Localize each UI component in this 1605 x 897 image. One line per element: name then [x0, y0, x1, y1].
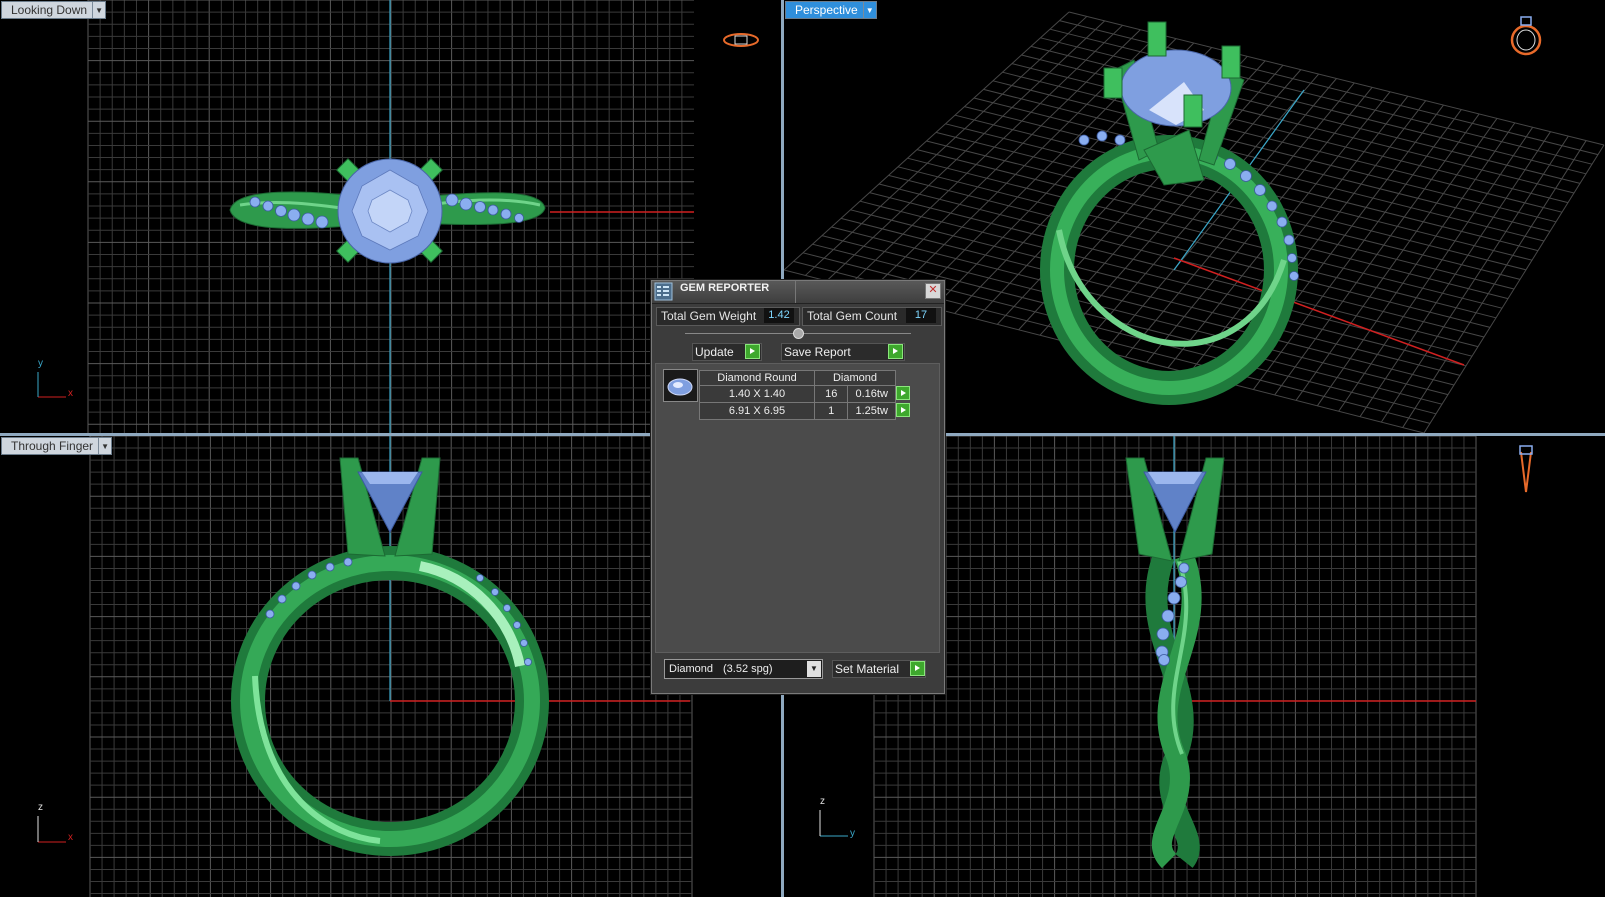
total-gem-weight-value: 1.42 — [764, 308, 794, 323]
chevron-down-icon[interactable]: ▼ — [92, 2, 105, 18]
gem-size-cell: 6.91 X 6.95 — [699, 402, 815, 420]
grid-line — [888, 174, 1491, 328]
grid-line — [907, 157, 1503, 309]
row-play-cell — [896, 402, 911, 420]
diamond-round-thumbnail-icon[interactable] — [663, 369, 698, 402]
grid-line — [1423, 144, 1605, 433]
grid-line — [1274, 113, 1480, 396]
column-header-shape: Diamond Round — [699, 370, 815, 386]
viewport-label-text: Looking Down — [11, 3, 88, 17]
chevron-down-icon[interactable]: ▼ — [862, 2, 876, 18]
play-icon[interactable] — [896, 402, 911, 417]
gem-count-cell: 16 — [813, 385, 849, 403]
close-icon[interactable]: ✕ — [925, 283, 941, 299]
gem-weight-cell: 0.16tw — [847, 385, 896, 403]
header-spacer — [896, 371, 911, 386]
gem-table: Diamond Round Diamond 1.40 X 1.40 16 0.1… — [699, 370, 911, 420]
gem-count-cell: 1 — [813, 402, 849, 420]
dialog-title: GEM REPORTER — [680, 282, 770, 294]
play-icon[interactable] — [896, 385, 910, 400]
gem-size-cell: 1.40 X 1.40 — [699, 385, 815, 403]
material-select-spg: (3.52 spg) — [723, 663, 773, 675]
axis-z-label: z — [820, 796, 825, 807]
update-button-label: Update — [695, 345, 734, 359]
save-report-play-icon[interactable] — [888, 344, 903, 359]
material-select-value: Diamond — [669, 663, 714, 675]
set-material-button-label: Set Material — [835, 662, 900, 676]
column-header-material: Diamond — [814, 370, 896, 386]
axis-y-label: y — [850, 828, 855, 839]
collapse-toggle[interactable] — [793, 328, 804, 339]
axis-x-label: x — [68, 388, 73, 399]
dialog-titlebar[interactable]: GEM REPORTER ✕ — [652, 281, 944, 304]
save-report-button-label: Save Report — [784, 345, 851, 359]
table-row[interactable]: 1.40 X 1.40 16 0.16tw — [699, 385, 911, 403]
view-cube-perspective-icon[interactable] — [1506, 12, 1546, 58]
viewport-label-looking-down[interactable]: Looking Down ▼ — [1, 1, 107, 19]
axis-x-label: x — [68, 832, 73, 843]
gem-reporter-icon — [654, 282, 673, 301]
viewport-label-through-finger[interactable]: Through Finger ▼ — [1, 437, 113, 455]
total-gem-weight-label-text: Total Gem Weight — [661, 309, 757, 323]
ring-top-view[interactable] — [229, 157, 546, 264]
ring-side-view[interactable] — [1125, 457, 1225, 869]
grid-line — [859, 200, 1473, 357]
table-header-row: Diamond Round Diamond — [699, 370, 911, 386]
chevron-down-icon[interactable]: ▼ — [98, 438, 111, 454]
total-gem-count-value: 17 — [906, 308, 936, 323]
view-cube-top-icon[interactable] — [722, 29, 760, 51]
viewport-label-text: Through Finger — [11, 439, 94, 453]
row-play-cell — [896, 385, 911, 403]
total-gem-count-label-text: Total Gem Count — [807, 309, 898, 323]
save-report-button[interactable]: Save Report — [781, 343, 905, 361]
titlebar-divider — [795, 281, 796, 303]
axis-z-label: z — [38, 802, 43, 813]
viewport-label-perspective[interactable]: Perspective ▼ — [785, 1, 877, 19]
grid-line — [897, 166, 1497, 319]
axis-y-label: y — [38, 358, 43, 369]
gem-list-pane[interactable]: Diamond Round Diamond 1.40 X 1.40 16 0.1… — [655, 363, 940, 653]
update-play-icon[interactable] — [745, 344, 760, 359]
set-material-play-icon[interactable] — [910, 661, 925, 676]
view-cube-side-icon[interactable] — [1514, 444, 1538, 496]
ring-perspective-view[interactable] — [1040, 21, 1299, 405]
viewport-label-text: Perspective — [795, 3, 858, 17]
gem-reporter-dialog[interactable]: GEM REPORTER ✕ Total Gem Weight 1.42 Tot… — [651, 280, 945, 694]
table-row[interactable]: 6.91 X 6.95 1 1.25tw — [699, 402, 911, 420]
material-select[interactable]: Diamond (3.52 spg) ▼ — [664, 659, 823, 679]
gem-weight-cell: 1.25tw — [847, 402, 896, 420]
dropdown-arrow-icon[interactable]: ▼ — [807, 661, 821, 677]
